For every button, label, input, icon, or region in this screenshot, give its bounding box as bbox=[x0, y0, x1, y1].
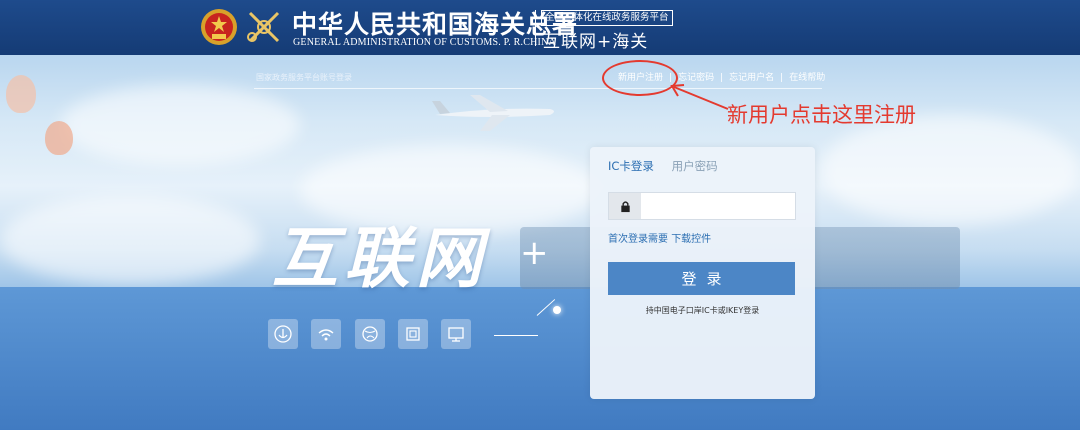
decor-dot bbox=[553, 306, 561, 314]
forgot-username-link[interactable]: 忘记用户名 bbox=[729, 73, 774, 83]
balloon-decoration bbox=[6, 75, 36, 113]
national-emblem-icon bbox=[201, 9, 237, 45]
password-input[interactable] bbox=[642, 193, 792, 217]
decor-line bbox=[494, 335, 538, 336]
online-help-link[interactable]: 在线帮助 bbox=[789, 73, 825, 83]
gov-login-tagline: 国家政务服务平台账号登录 bbox=[256, 73, 352, 82]
platform-name: 互联网+海关 bbox=[543, 32, 649, 52]
tab-ic-card-login[interactable]: IC卡登录 bbox=[608, 158, 654, 174]
register-annotation: 新用户点击这里注册 bbox=[727, 103, 916, 127]
cloud-decoration bbox=[0, 195, 260, 285]
top-header: 中华人民共和国海关总署 GENERAL ADMINISTRATION OF CU… bbox=[0, 0, 1080, 55]
top-divider-line bbox=[254, 88, 822, 89]
login-button[interactable]: 登录 bbox=[608, 262, 795, 295]
annotation-arrow-icon bbox=[670, 84, 729, 110]
wifi-icon[interactable] bbox=[311, 319, 341, 349]
lock-icon bbox=[609, 193, 641, 219]
hero-banner: 国家政务服务平台账号登录 新用户注册 | 忘记密码 | 忘记用户名 | 在线帮助 新用户点击… bbox=[0, 55, 1080, 430]
download-hint: 首次登录需要 下载控件 bbox=[608, 230, 711, 245]
register-highlight-circle bbox=[602, 60, 678, 96]
airplane-icon bbox=[432, 95, 554, 131]
cloud-decoration bbox=[820, 115, 1080, 225]
monitor-icon[interactable] bbox=[441, 319, 471, 349]
login-tabs: IC卡登录 用户密码 bbox=[608, 158, 732, 174]
forgot-password-link[interactable]: 忘记密码 bbox=[678, 73, 714, 83]
password-field bbox=[608, 192, 796, 220]
brand-logo-text: 互联网 bbox=[272, 219, 488, 297]
window-icon[interactable] bbox=[398, 319, 428, 349]
agency-title-en: GENERAL ADMINISTRATION OF CUSTOMS. P. R.… bbox=[293, 37, 556, 48]
first-login-text: 首次登录需要 bbox=[608, 234, 668, 245]
globe-icon[interactable] bbox=[355, 319, 385, 349]
balloon-decoration bbox=[45, 121, 73, 155]
platform-label: 全国一体化在线政务服务平台 bbox=[541, 10, 673, 26]
download-control-link[interactable]: 下载控件 bbox=[671, 234, 711, 245]
customs-emblem-icon bbox=[247, 11, 280, 43]
cloud-decoration bbox=[60, 85, 300, 165]
ic-card-note: 持中国电子口岸IC卡或IKEY登录 bbox=[645, 306, 760, 315]
tab-user-password[interactable]: 用户密码 bbox=[672, 158, 718, 174]
header-divider bbox=[535, 10, 536, 46]
sea-background bbox=[0, 287, 1080, 430]
login-panel: IC卡登录 用户密码 首次登录需要 下载控件 登录 持中国电子口岸IC卡或IKE… bbox=[590, 147, 815, 399]
brand-plus: + bbox=[520, 233, 549, 273]
anchor-icon[interactable] bbox=[268, 319, 298, 349]
